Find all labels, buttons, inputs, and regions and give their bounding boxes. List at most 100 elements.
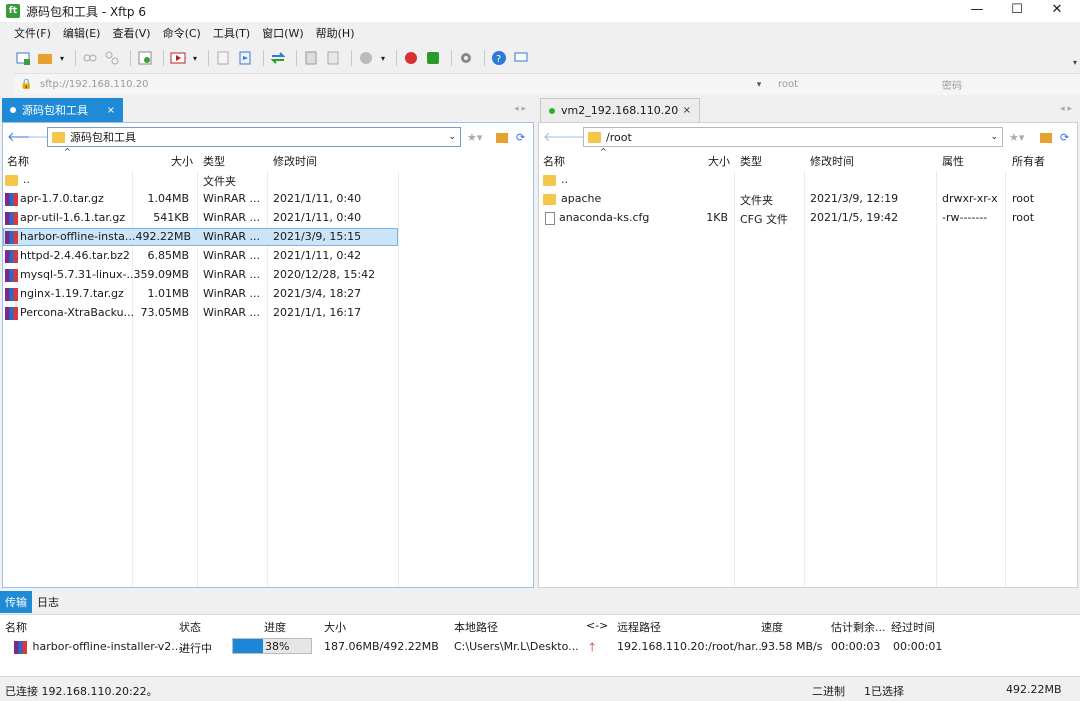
table-row[interactable]: .. 文件夹 — [3, 171, 533, 189]
file-modified: 2021/1/1, 16:17 — [273, 306, 362, 319]
tab-remote-label: vm2_192.168.110.20 — [561, 104, 679, 117]
col-local-path[interactable]: 本地路径 — [454, 619, 498, 635]
table-row-selected[interactable]: harbor-offline-insta... 492.22MB WinRAR … — [3, 228, 398, 246]
open-dropdown-icon[interactable]: ▾ — [58, 49, 66, 67]
col-size[interactable]: 大小 — [708, 153, 730, 169]
col-modified[interactable]: 修改时间 — [273, 153, 317, 169]
table-row[interactable]: anaconda-ks.cfg 1KB CFG 文件 2021/1/5, 19:… — [539, 209, 1077, 227]
upload-icon[interactable] — [236, 49, 254, 67]
record-icon[interactable] — [357, 49, 375, 67]
close-tab-icon[interactable]: × — [107, 105, 115, 116]
xftp-icon[interactable] — [424, 49, 442, 67]
refresh-panel-icon[interactable]: ⟳ — [1060, 131, 1069, 144]
right-path-field[interactable]: /root ⌄ — [583, 127, 1003, 147]
col-modified[interactable]: 修改时间 — [810, 153, 854, 169]
file-name: .. — [23, 173, 30, 186]
transfer-mode[interactable]: 二进制 — [812, 683, 845, 699]
menu-file[interactable]: 文件(F) — [14, 25, 51, 41]
folder-icon — [543, 193, 556, 205]
toolbar-overflow-icon[interactable]: ▾ — [1070, 44, 1080, 74]
file-name: mysql-5.7.31-linux-... — [20, 268, 137, 281]
transfer-icon[interactable] — [169, 49, 187, 67]
menu-tools[interactable]: 工具(T) — [213, 25, 250, 41]
minimize-button[interactable]: — — [960, 0, 994, 22]
help-icon[interactable]: ? — [490, 49, 508, 67]
table-row[interactable]: nginx-1.19.7.tar.gz 1.01MB WinRAR ... 20… — [3, 285, 533, 303]
connect-icon[interactable] — [81, 49, 99, 67]
col-size[interactable]: 大小 — [171, 153, 193, 169]
tab-transfer[interactable]: 传输 — [0, 591, 32, 613]
col-attributes[interactable]: 属性 — [942, 153, 964, 169]
tab-scroll-icon[interactable]: ◂ ▸ — [514, 104, 526, 114]
col-status[interactable]: 状态 — [179, 619, 201, 635]
transfer-row[interactable]: harbor-offline-installer-v2.... 进行中 38% … — [0, 637, 1080, 657]
new-session-icon[interactable] — [14, 49, 32, 67]
table-row[interactable]: Percona-XtraBacku... 73.05MB WinRAR ... … — [3, 304, 533, 322]
maximize-button[interactable]: ☐ — [1000, 0, 1034, 22]
col-name[interactable]: 名称 — [7, 153, 29, 169]
table-row[interactable]: apr-1.7.0.tar.gz 1.04MB WinRAR ... 2021/… — [3, 190, 533, 208]
table-row[interactable]: mysql-5.7.31-linux-... 359.09MB WinRAR .… — [3, 266, 533, 284]
winrar-archive-icon — [5, 287, 18, 301]
tab-remote[interactable]: vm2_192.168.110.20 × — [540, 98, 700, 122]
close-tab-icon[interactable]: × — [683, 105, 691, 116]
host-input[interactable]: sftp://192.168.110.20 — [40, 79, 752, 90]
tab-scroll-icon[interactable]: ◂ ▸ — [1060, 104, 1072, 114]
col-name[interactable]: 名称 — [543, 153, 565, 169]
col-progress[interactable]: 进度 — [264, 619, 286, 635]
path-dropdown-icon[interactable]: ⌄ — [990, 132, 998, 142]
refresh-panel-icon[interactable]: ⟳ — [516, 131, 525, 144]
col-owner[interactable]: 所有者 — [1012, 153, 1045, 169]
menu-command[interactable]: 命令(C) — [163, 25, 201, 41]
copy-icon[interactable] — [302, 49, 320, 67]
col-remote-path[interactable]: 远程路径 — [617, 619, 661, 635]
password-input[interactable]: 密码 — [942, 77, 962, 92]
disconnect-icon[interactable] — [103, 49, 121, 67]
file-modified: 2021/1/11, 0:42 — [273, 249, 362, 262]
close-button[interactable]: ✕ — [1040, 0, 1074, 22]
open-folder-icon[interactable] — [36, 49, 54, 67]
file-modified: 2020/12/28, 15:42 — [273, 268, 376, 281]
tab-log[interactable]: 日志 — [32, 591, 64, 613]
gear-icon[interactable] — [457, 49, 475, 67]
menu-window[interactable]: 窗口(W) — [262, 25, 303, 41]
paste-icon[interactable] — [324, 49, 342, 67]
col-remaining[interactable]: 估计剩余... — [831, 619, 886, 635]
left-path-field[interactable]: 源码包和工具 ⌄ — [47, 127, 461, 147]
refresh-icon[interactable] — [136, 49, 154, 67]
xshell-icon[interactable] — [402, 49, 420, 67]
toolbar-divider — [351, 50, 352, 66]
chat-icon[interactable] — [512, 49, 530, 67]
col-type[interactable]: 类型 — [203, 153, 225, 169]
transfer-dropdown-icon[interactable]: ▾ — [191, 49, 199, 67]
path-dropdown-icon[interactable]: ⌄ — [448, 132, 456, 142]
host-dropdown-icon[interactable]: ▾ — [752, 80, 766, 90]
table-row[interactable]: .. — [539, 171, 1077, 189]
col-name[interactable]: 名称 — [5, 619, 27, 635]
tab-local[interactable]: 源码包和工具 × — [2, 98, 123, 122]
home-folder-icon[interactable] — [1040, 133, 1052, 143]
menu-edit[interactable]: 编辑(E) — [63, 25, 101, 41]
toolbar-divider — [163, 50, 164, 66]
table-row[interactable]: apr-util-1.6.1.tar.gz 541KB WinRAR ... 2… — [3, 209, 533, 227]
menu-view[interactable]: 查看(V) — [112, 25, 150, 41]
home-folder-icon[interactable] — [496, 133, 508, 143]
username-input[interactable]: root — [778, 79, 928, 90]
favorite-star-icon[interactable]: ★▾ — [1009, 131, 1024, 144]
menu-help[interactable]: 帮助(H) — [316, 25, 355, 41]
col-size[interactable]: 大小 — [324, 619, 346, 635]
file-size: 359.09MB — [133, 268, 189, 281]
col-direction[interactable]: <-> — [586, 619, 608, 632]
toolbar-divider — [396, 50, 397, 66]
table-row[interactable]: httpd-2.4.46.tar.bz2 6.85MB WinRAR ... 2… — [3, 247, 533, 265]
col-speed[interactable]: 速度 — [761, 619, 783, 635]
col-elapsed[interactable]: 经过时间 — [891, 619, 935, 635]
bottom-tabs: 传输 日志 — [0, 591, 1080, 613]
table-row[interactable]: apache 文件夹 2021/3/9, 12:19 drwxr-xr-x ro… — [539, 190, 1077, 208]
file-icon[interactable] — [214, 49, 232, 67]
toolbar-divider — [296, 50, 297, 66]
record-dropdown-icon[interactable]: ▾ — [379, 49, 387, 67]
col-type[interactable]: 类型 — [740, 153, 762, 169]
favorite-star-icon[interactable]: ★▾ — [467, 131, 482, 144]
sync-icon[interactable] — [269, 49, 287, 67]
